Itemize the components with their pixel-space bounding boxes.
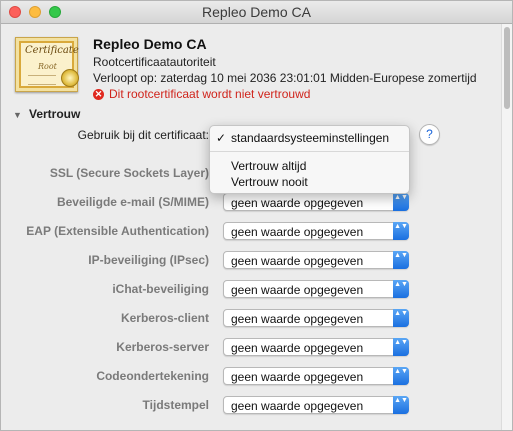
window-title: Repleo Demo CA (202, 4, 311, 20)
error-icon: ✕ (93, 88, 104, 100)
popup-value: geen waarde opgegeven (231, 370, 364, 384)
certificate-window: Repleo Demo CA Certificate Root Repleo D… (0, 0, 513, 431)
certificate-expiry: Verloopt op: zaterdag 10 mei 2036 23:01:… (93, 71, 477, 85)
trust-row-label: Codeondertekening (96, 369, 209, 383)
certificate-lines (28, 75, 56, 85)
stepper-icon: ▲▼ (393, 222, 409, 240)
popup-value: geen waarde opgegeven (231, 196, 364, 210)
stepper-icon: ▲▼ (393, 280, 409, 298)
popup-value: geen waarde opgegeven (231, 399, 364, 413)
certificate-kind: Rootcertificaatautoriteit (93, 55, 216, 69)
menu-item-never-trust[interactable]: Vertrouw nooit (231, 175, 308, 189)
stepper-icon: ▲▼ (393, 251, 409, 269)
menu-item-default[interactable]: standaardsysteeminstellingen (231, 131, 389, 145)
popup-value: geen waarde opgegeven (231, 341, 364, 355)
trust-row-label: iChat-beveiliging (112, 282, 209, 296)
trust-warning: ✕ Dit rootcertificaat wordt niet vertrou… (93, 87, 310, 101)
trust-row-label: Tijdstempel (142, 398, 209, 412)
stepper-icon: ▲▼ (393, 367, 409, 385)
smime-popup[interactable]: geen waarde opgegeven ▲▼ (223, 193, 409, 211)
trust-popup-menu[interactable]: ✓ standaardsysteeminstellingen Vertrouw … (209, 125, 410, 194)
help-button[interactable]: ? (419, 124, 440, 145)
kerberos-server-popup[interactable]: geen waarde opgegeven ▲▼ (223, 338, 409, 356)
certificate-name: Repleo Demo CA (93, 36, 207, 52)
certificate-icon-text: Certificate (25, 45, 79, 56)
certificate-icon: Certificate Root (15, 37, 79, 92)
popup-value: geen waarde opgegeven (231, 283, 364, 297)
stepper-icon: ▲▼ (393, 193, 409, 211)
timestamp-popup[interactable]: geen waarde opgegeven ▲▼ (223, 396, 409, 414)
trust-row-label: Beveiligde e-mail (S/MIME) (56, 195, 209, 209)
popup-value: geen waarde opgegeven (231, 254, 364, 268)
eap-popup[interactable]: geen waarde opgegeven ▲▼ (223, 222, 409, 240)
content-area: Certificate Root Repleo Demo CA Rootcert… (1, 24, 501, 430)
trust-warning-text: Dit rootcertificaat wordt niet vertrouwd (109, 87, 311, 101)
stepper-icon: ▲▼ (393, 309, 409, 327)
popup-value: geen waarde opgegeven (231, 312, 364, 326)
trust-row-label: Kerberos-client (120, 311, 209, 325)
certificate-seal-icon (61, 69, 79, 87)
code-signing-popup[interactable]: geen waarde opgegeven ▲▼ (223, 367, 409, 385)
checkmark-icon: ✓ (216, 131, 227, 145)
trust-row-label: EAP (Extensible Authentication) (26, 224, 209, 238)
stepper-icon: ▲▼ (393, 338, 409, 356)
title-bar[interactable]: Repleo Demo CA (1, 1, 512, 24)
trust-row-label: SSL (Secure Sockets Layer) (49, 166, 209, 180)
popup-value: geen waarde opgegeven (231, 225, 364, 239)
trust-row-label: IP-beveiliging (IPsec) (88, 253, 209, 267)
scrollbar-thumb[interactable] (504, 27, 510, 109)
menu-item-always-trust[interactable]: Vertrouw altijd (231, 159, 306, 173)
use-certificate-label: Gebruik bij dit certificaat: (77, 128, 209, 142)
kerberos-client-popup[interactable]: geen waarde opgegeven ▲▼ (223, 309, 409, 327)
disclosure-triangle-icon[interactable]: ▼ (13, 110, 22, 120)
trust-section-label[interactable]: Vertrouw (29, 107, 80, 121)
ichat-popup[interactable]: geen waarde opgegeven ▲▼ (223, 280, 409, 298)
menu-separator (210, 151, 409, 152)
trust-row-label: Kerberos-server (116, 340, 209, 354)
certificate-icon-subtext: Root (38, 62, 57, 71)
ipsec-popup[interactable]: geen waarde opgegeven ▲▼ (223, 251, 409, 269)
stepper-icon: ▲▼ (393, 396, 409, 414)
